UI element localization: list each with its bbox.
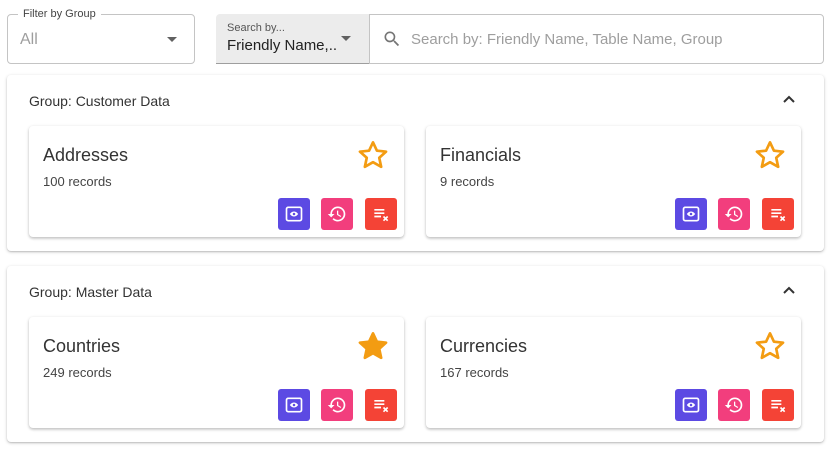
filter-by-group-value: All [20, 31, 38, 48]
search-icon [384, 31, 400, 47]
search-by-select[interactable]: Search by... Friendly Name,... [216, 14, 369, 64]
table-card-currencies: Currencies 167 records [426, 317, 801, 428]
chevron-up-icon[interactable] [781, 93, 797, 105]
search-by-value: Friendly Name,... [227, 37, 337, 54]
clear-button[interactable] [365, 389, 397, 421]
view-button[interactable] [675, 198, 707, 230]
caret-down-icon [341, 36, 351, 41]
group-title: Group: Customer Data [29, 93, 170, 109]
table-card-countries: Countries 249 records [29, 317, 404, 428]
history-icon [327, 206, 346, 222]
view-button[interactable] [675, 389, 707, 421]
eye-icon [682, 206, 700, 222]
group-header[interactable]: Group: Master Data [7, 266, 824, 314]
clear-button[interactable] [762, 389, 794, 421]
group-header[interactable]: Group: Customer Data [7, 75, 824, 123]
group-title: Group: Master Data [29, 284, 152, 300]
search-field[interactable] [369, 14, 824, 64]
history-button[interactable] [718, 389, 750, 421]
group-panel-master-data: Group: Master Data Countries 249 records [7, 266, 824, 442]
history-button[interactable] [321, 198, 353, 230]
history-icon [724, 206, 743, 222]
star-icon[interactable] [357, 330, 389, 362]
card-title: Financials [440, 145, 522, 165]
card-title: Currencies [440, 336, 528, 356]
table-card-financials: Financials 9 records [426, 126, 801, 237]
clear-list-icon [771, 400, 786, 413]
clear-button[interactable] [762, 198, 794, 230]
history-button[interactable] [718, 198, 750, 230]
history-icon [327, 397, 346, 413]
record-count: 9 records [440, 174, 495, 189]
star-icon[interactable] [754, 330, 786, 362]
table-card-addresses: Addresses 100 records [29, 126, 404, 237]
group-panel-customer-data: Group: Customer Data Addresses 100 recor… [7, 75, 824, 251]
toolbar: Filter by Group All Search by... Friendl… [0, 0, 833, 72]
eye-icon [285, 206, 303, 222]
clear-list-icon [374, 209, 389, 222]
star-icon[interactable] [357, 139, 389, 171]
history-icon [724, 397, 743, 413]
view-button[interactable] [278, 389, 310, 421]
record-count: 100 records [43, 174, 112, 189]
clear-list-icon [771, 209, 786, 222]
eye-icon [682, 397, 700, 413]
chevron-up-icon[interactable] [781, 284, 797, 296]
clear-button[interactable] [365, 198, 397, 230]
search-input[interactable] [409, 27, 809, 51]
card-title: Addresses [43, 145, 129, 165]
search-by-label: Search by... [227, 22, 285, 34]
caret-down-icon [167, 37, 177, 42]
star-icon[interactable] [754, 139, 786, 171]
history-button[interactable] [321, 389, 353, 421]
clear-list-icon [374, 400, 389, 413]
filter-by-group-label: Filter by Group [18, 7, 101, 21]
view-button[interactable] [278, 198, 310, 230]
record-count: 167 records [440, 365, 509, 380]
record-count: 249 records [43, 365, 112, 380]
eye-icon [285, 397, 303, 413]
filter-by-group-select[interactable]: Filter by Group All [7, 7, 195, 64]
card-title: Countries [43, 336, 121, 356]
